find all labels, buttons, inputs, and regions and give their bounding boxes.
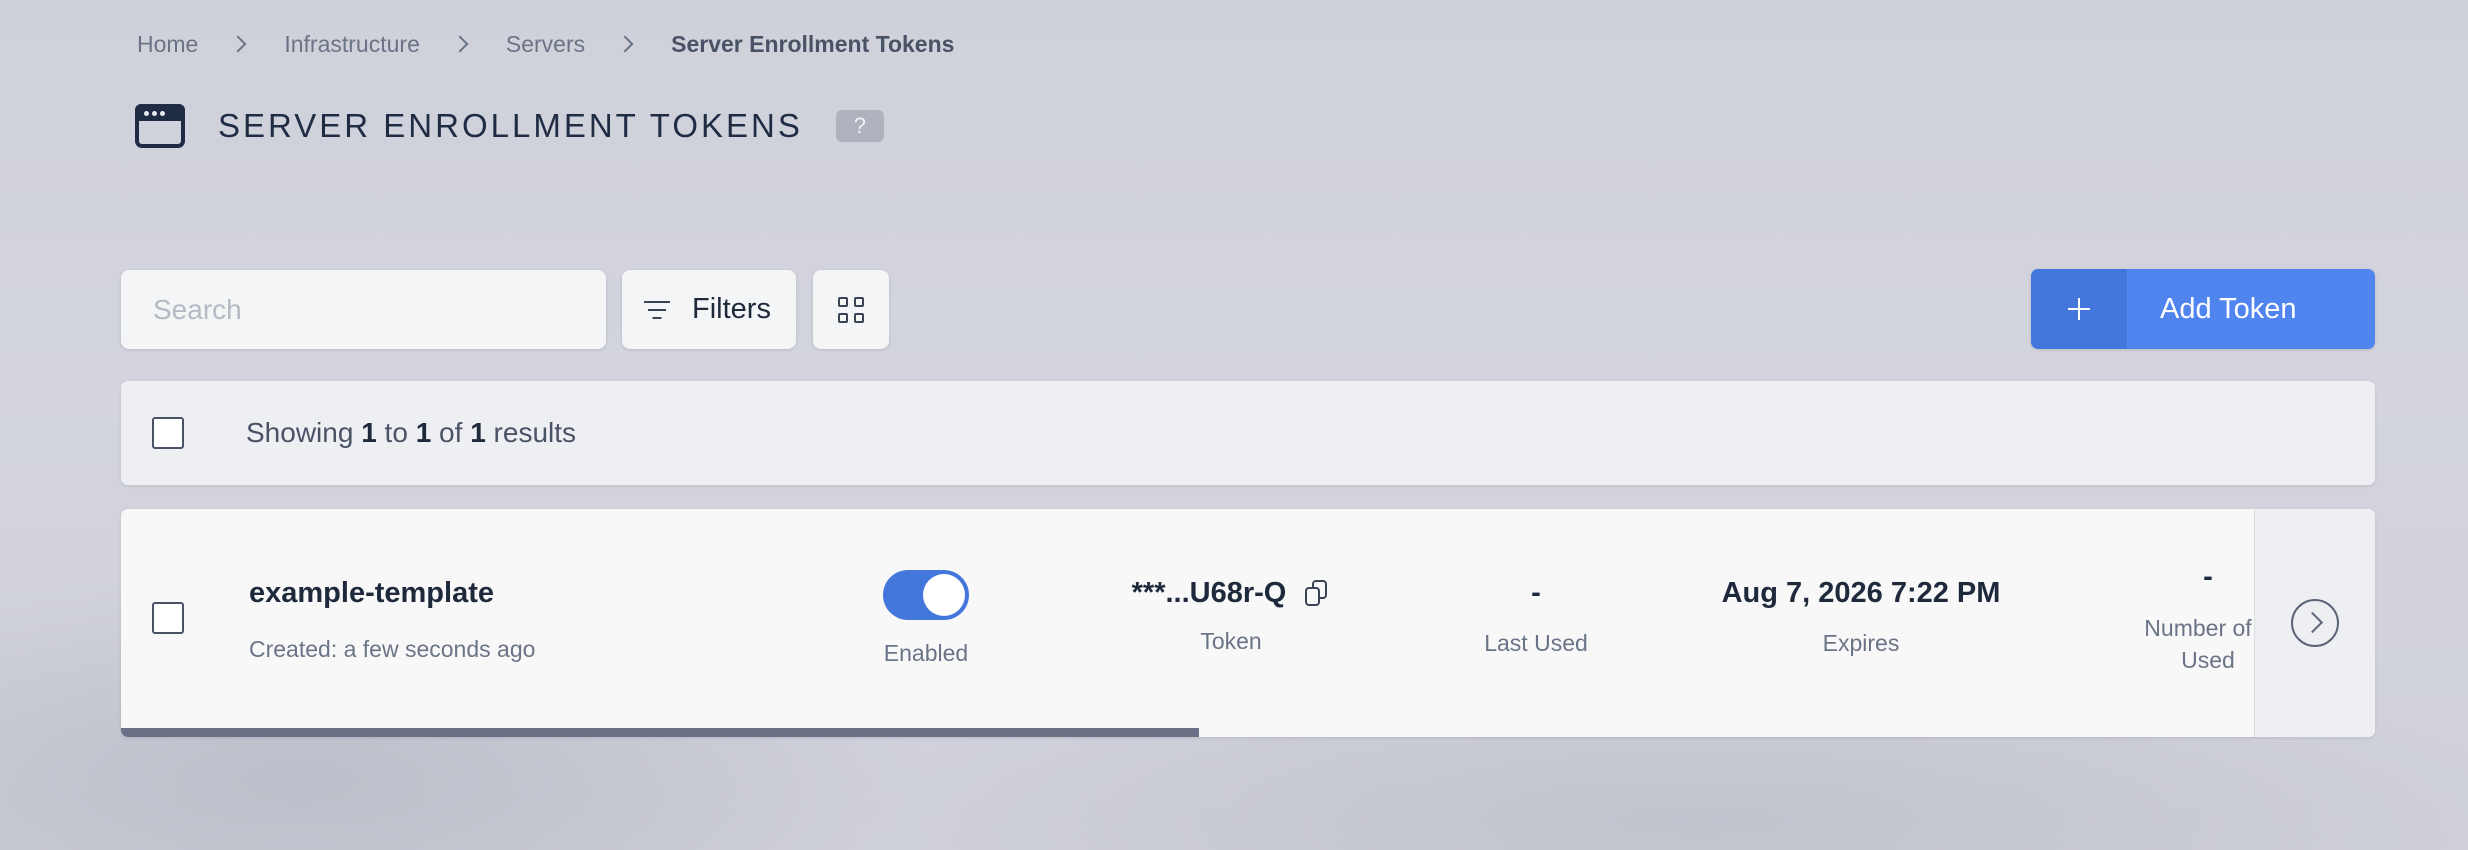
plus-icon xyxy=(2068,298,2090,320)
chevron-right-icon xyxy=(229,35,247,53)
token-value: ***...U68r-Q xyxy=(1081,577,1381,610)
page-title: SERVER ENROLLMENT TOKENS xyxy=(218,107,803,144)
breadcrumb-current: Server Enrollment Tokens xyxy=(671,30,955,57)
chevron-right-circle-icon[interactable] xyxy=(2291,599,2339,647)
filter-icon xyxy=(644,300,670,320)
chevron-right-icon xyxy=(451,35,469,53)
search-input[interactable] xyxy=(121,270,606,349)
page-header: SERVER ENROLLMENT TOKENS ? xyxy=(135,100,884,152)
status-label: Enabled xyxy=(883,640,969,666)
browser-window-icon xyxy=(135,104,185,148)
status-cell: Enabled xyxy=(841,570,1011,667)
breadcrumb: Home Infrastructure Servers Server Enrol… xyxy=(137,30,954,58)
expires-value: Aug 7, 2026 7:22 PM xyxy=(1721,577,2001,609)
copy-icon[interactable] xyxy=(1304,580,1330,608)
row-actions xyxy=(2254,509,2375,737)
expires-cell: Aug 7, 2026 7:22 PM Expires xyxy=(1711,577,2011,657)
breadcrumb-home[interactable]: Home xyxy=(137,31,198,58)
last-used-cell: - Last Used xyxy=(1431,577,1641,657)
add-token-button[interactable]: Add Token xyxy=(2031,269,2375,349)
table-row[interactable]: example-template Created: a few seconds … xyxy=(121,509,2375,737)
select-all-checkbox[interactable] xyxy=(152,417,184,449)
token-name[interactable]: example-template xyxy=(249,577,535,610)
horizontal-scrollbar[interactable] xyxy=(121,728,1199,737)
results-header: Showing 1 to 1 of 1 results xyxy=(121,381,2375,485)
row-checkbox[interactable] xyxy=(152,602,184,634)
results-summary: Showing 1 to 1 of 1 results xyxy=(246,417,577,448)
expires-label: Expires xyxy=(1822,630,1900,656)
filters-label: Filters xyxy=(692,293,771,325)
last-used-value: - xyxy=(1531,577,1541,609)
token-label: Token xyxy=(1200,628,1262,654)
filters-button[interactable]: Filters xyxy=(622,270,796,349)
breadcrumb-servers[interactable]: Servers xyxy=(506,31,585,58)
enabled-toggle[interactable] xyxy=(883,570,969,620)
add-token-label: Add Token xyxy=(2160,292,2297,325)
token-created: Created: a few seconds ago xyxy=(249,636,536,662)
grid-icon xyxy=(838,296,864,323)
token-cell: ***...U68r-Q Token xyxy=(1081,577,1381,655)
help-button[interactable]: ? xyxy=(835,110,884,142)
token-name-cell: example-template Created: a few seconds … xyxy=(249,577,535,663)
breadcrumb-infrastructure[interactable]: Infrastructure xyxy=(284,31,420,58)
grid-view-button[interactable] xyxy=(813,270,889,349)
chevron-right-icon xyxy=(616,35,634,53)
last-used-label: Last Used xyxy=(1484,630,1588,656)
